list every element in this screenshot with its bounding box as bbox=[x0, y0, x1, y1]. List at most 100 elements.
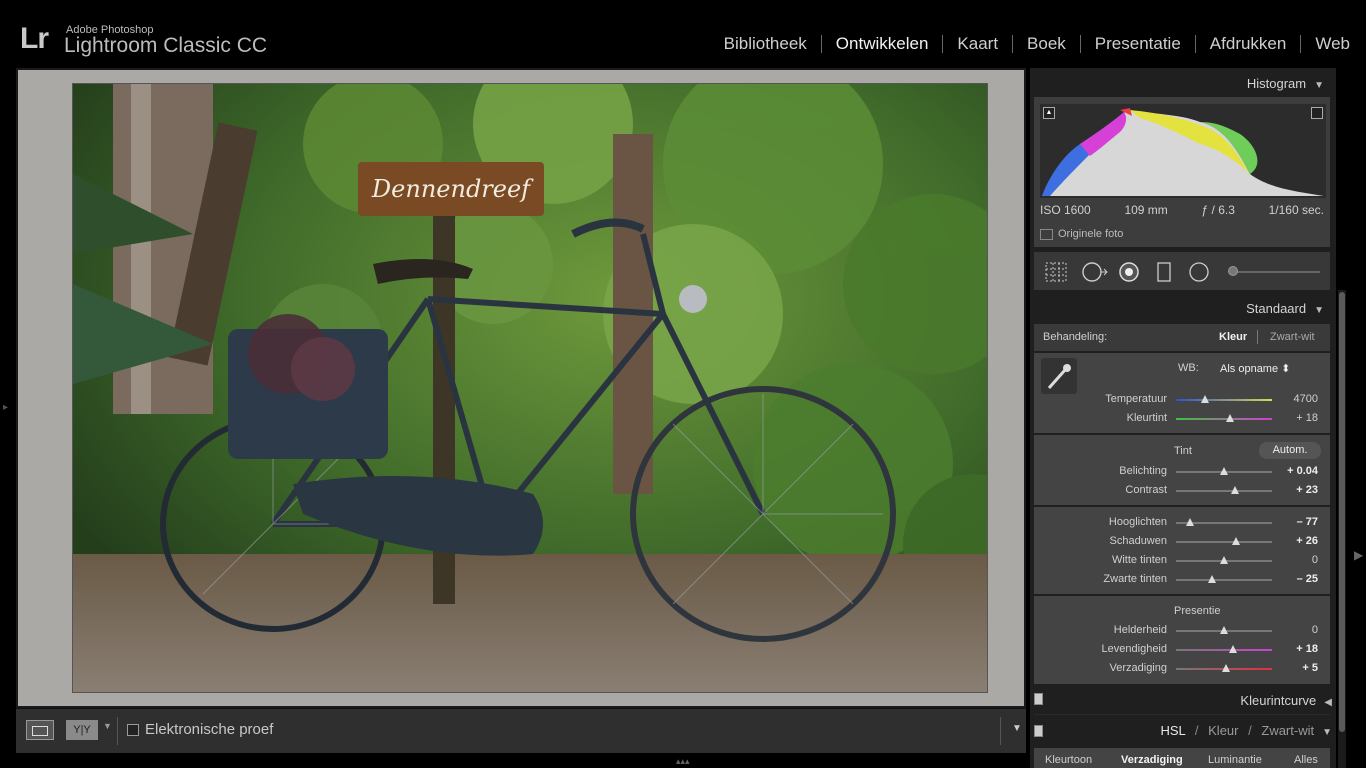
module-map[interactable]: Kaart bbox=[943, 34, 1012, 54]
tone-label: Tint bbox=[1174, 445, 1192, 457]
soft-proof-label[interactable]: Elektronische proef bbox=[145, 721, 273, 738]
adjustment-brush-slider[interactable] bbox=[1232, 271, 1320, 273]
chevron-down-icon[interactable]: ▼ bbox=[103, 721, 112, 731]
graduated-filter-icon[interactable] bbox=[1156, 262, 1172, 287]
module-develop[interactable]: Ontwikkelen bbox=[822, 34, 943, 54]
toolbar: Y|Y ▼ Elektronische proef ▼ bbox=[16, 708, 1026, 753]
toolbar-menu-icon[interactable]: ▼ bbox=[1012, 723, 1022, 734]
saturation-label: Verzadiging bbox=[1109, 662, 1168, 674]
module-nav: Bibliotheek Ontwikkelen Kaart Boek Prese… bbox=[710, 34, 1350, 54]
basic-panel-header[interactable]: Standaard ▼ bbox=[1246, 301, 1324, 316]
collapse-triangle-icon[interactable]: ▼ bbox=[1314, 305, 1324, 316]
collapse-triangle-icon[interactable]: ▼ bbox=[1314, 80, 1324, 91]
collapse-triangle-icon[interactable]: ▼ bbox=[1322, 727, 1332, 738]
exposure-value[interactable]: + 0.04 bbox=[1274, 465, 1318, 477]
soft-proof-checkbox[interactable] bbox=[127, 724, 139, 736]
module-library[interactable]: Bibliotheek bbox=[710, 34, 821, 54]
wb-preset-dropdown[interactable]: Als opname ⬍ bbox=[1220, 362, 1290, 375]
module-book[interactable]: Boek bbox=[1013, 34, 1080, 54]
basic-panel-title: Standaard bbox=[1246, 301, 1307, 316]
vibrance-label: Levendigheid bbox=[1101, 643, 1167, 655]
histogram-graph[interactable]: ▲ bbox=[1040, 104, 1326, 198]
hsl-title[interactable]: HSL bbox=[1160, 723, 1185, 738]
temperature-value[interactable]: 4700 bbox=[1274, 393, 1318, 405]
highlights-value[interactable]: – 77 bbox=[1274, 516, 1318, 528]
blacks-label: Zwarte tinten bbox=[1103, 573, 1167, 585]
shadows-slider[interactable] bbox=[1176, 541, 1272, 543]
product-name: Lightroom Classic CC bbox=[64, 34, 268, 57]
wb-label: WB: bbox=[1178, 362, 1199, 374]
blacks-value[interactable]: – 25 bbox=[1274, 573, 1318, 585]
tab-hue[interactable]: Kleurtoon bbox=[1045, 754, 1092, 766]
whites-slider-thumb[interactable] bbox=[1220, 556, 1228, 564]
tint-slider-thumb[interactable] bbox=[1225, 414, 1234, 422]
red-eye-icon[interactable] bbox=[1118, 262, 1140, 287]
contrast-slider[interactable] bbox=[1176, 490, 1272, 492]
vibrance-slider-thumb[interactable] bbox=[1228, 645, 1237, 653]
blacks-slider[interactable] bbox=[1176, 579, 1272, 581]
before-after-button[interactable]: Y|Y bbox=[66, 720, 98, 740]
module-web[interactable]: Web bbox=[1301, 34, 1350, 54]
whites-value[interactable]: 0 bbox=[1274, 554, 1318, 566]
scrollbar-thumb[interactable] bbox=[1339, 292, 1345, 732]
contrast-label: Contrast bbox=[1125, 484, 1167, 496]
tint-label: Kleurtint bbox=[1126, 412, 1167, 424]
shadow-clipping-icon[interactable]: ▲ bbox=[1043, 107, 1055, 119]
exposure-label: Belichting bbox=[1119, 465, 1167, 477]
bw-title[interactable]: Zwart-wit bbox=[1261, 723, 1314, 738]
treatment-bw-option[interactable]: Zwart-wit bbox=[1270, 331, 1315, 343]
treatment-color-option[interactable]: Kleur bbox=[1219, 331, 1247, 343]
original-photo-label[interactable]: Originele foto bbox=[1058, 228, 1123, 240]
highlights-slider-thumb[interactable] bbox=[1186, 518, 1195, 526]
radial-filter-icon[interactable] bbox=[1188, 262, 1210, 287]
clarity-value[interactable]: 0 bbox=[1274, 624, 1318, 636]
right-panel-toggle-icon[interactable]: ▶ bbox=[1354, 548, 1363, 562]
exposure-slider-thumb[interactable] bbox=[1220, 467, 1228, 475]
divider bbox=[1000, 717, 1001, 745]
aperture-value: ƒ / 6.3 bbox=[1201, 203, 1235, 217]
panel-switch-icon[interactable] bbox=[1034, 693, 1043, 705]
shadows-label: Schaduwen bbox=[1109, 535, 1168, 547]
tone-curve-header[interactable]: Kleurintcurve ◀ bbox=[1240, 693, 1332, 708]
panel-switch-icon[interactable] bbox=[1034, 725, 1043, 737]
divider bbox=[117, 717, 118, 745]
loupe-view-button[interactable] bbox=[26, 720, 54, 740]
temperature-slider[interactable] bbox=[1176, 399, 1272, 401]
highlight-clipping-icon[interactable] bbox=[1311, 107, 1323, 119]
tint-slider[interactable] bbox=[1176, 418, 1272, 420]
temperature-slider-thumb[interactable] bbox=[1200, 395, 1209, 403]
filmstrip-toggle-icon[interactable]: ▴▴▴ bbox=[676, 756, 690, 767]
original-photo-checkbox[interactable] bbox=[1040, 229, 1053, 240]
tab-saturation[interactable]: Verzadiging bbox=[1121, 754, 1183, 766]
clarity-label: Helderheid bbox=[1113, 624, 1167, 636]
crop-overlay-icon[interactable] bbox=[1045, 262, 1067, 287]
contrast-slider-thumb[interactable] bbox=[1230, 486, 1239, 494]
tab-all[interactable]: Alles bbox=[1294, 754, 1318, 766]
shutter-value: 1/160 sec. bbox=[1268, 203, 1324, 217]
saturation-value[interactable]: + 5 bbox=[1274, 662, 1318, 674]
clarity-slider-thumb[interactable] bbox=[1220, 626, 1228, 634]
contrast-value[interactable]: + 23 bbox=[1274, 484, 1318, 496]
saturation-slider-thumb[interactable] bbox=[1221, 664, 1230, 672]
photo-preview[interactable]: Dennendreef bbox=[72, 83, 988, 693]
tint-value[interactable]: + 18 bbox=[1274, 412, 1318, 424]
auto-tone-button[interactable]: Autom. bbox=[1259, 442, 1321, 459]
adjustment-brush-icon[interactable] bbox=[1228, 266, 1238, 276]
shadows-value[interactable]: + 26 bbox=[1274, 535, 1318, 547]
module-slideshow[interactable]: Presentatie bbox=[1081, 34, 1195, 54]
lr-logo: Lr bbox=[20, 22, 49, 55]
tab-luminance[interactable]: Luminantie bbox=[1208, 754, 1262, 766]
white-balance-picker-icon[interactable] bbox=[1041, 358, 1077, 394]
histogram-header[interactable]: Histogram ▼ bbox=[1247, 76, 1324, 91]
whites-label: Witte tinten bbox=[1111, 554, 1167, 566]
left-panel-toggle-icon[interactable]: ▸ bbox=[3, 402, 11, 413]
vibrance-slider[interactable] bbox=[1176, 649, 1272, 651]
blacks-slider-thumb[interactable] bbox=[1208, 575, 1217, 583]
spot-removal-icon[interactable] bbox=[1081, 262, 1109, 287]
shadows-slider-thumb[interactable] bbox=[1231, 537, 1240, 545]
module-print[interactable]: Afdrukken bbox=[1196, 34, 1301, 54]
color-title[interactable]: Kleur bbox=[1208, 723, 1238, 738]
expand-triangle-icon[interactable]: ◀ bbox=[1324, 697, 1332, 708]
bicycle-photo: Dennendreef bbox=[73, 84, 987, 692]
vibrance-value[interactable]: + 18 bbox=[1274, 643, 1318, 655]
